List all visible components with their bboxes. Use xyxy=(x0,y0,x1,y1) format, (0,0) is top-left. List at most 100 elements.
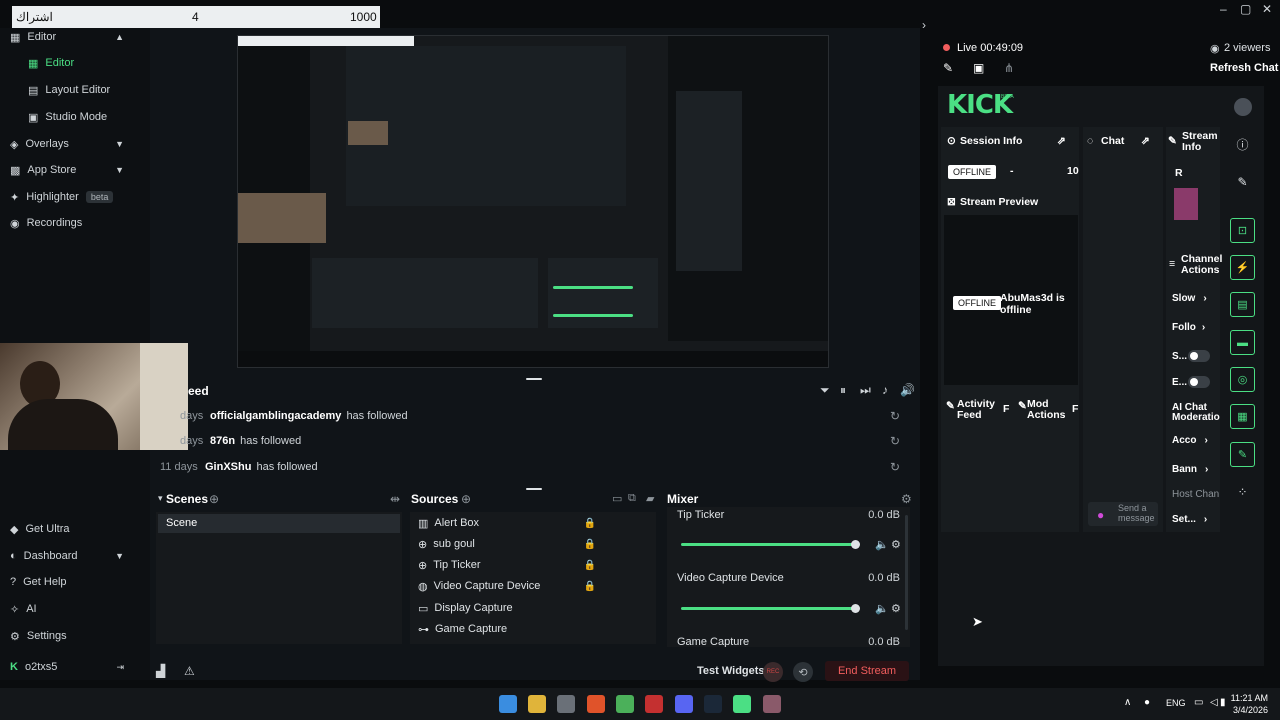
sidebar-item-overlays[interactable]: ◈ Overlays ▼ xyxy=(0,131,150,157)
source-options-icon[interactable]: ▭ xyxy=(612,492,622,505)
speaker-icon[interactable]: 🔈 xyxy=(875,538,889,551)
toggle-emote-only[interactable] xyxy=(1188,376,1210,388)
maximize-icon[interactable]: ▢ xyxy=(1240,2,1251,16)
action-follower[interactable]: Follo › xyxy=(1172,322,1205,333)
repeat-icon[interactable]: ↻ xyxy=(890,460,900,474)
minimize-icon[interactable]: – xyxy=(1220,2,1227,16)
filter-icon[interactable]: ⏷ xyxy=(820,383,830,398)
sidebar-item-get-help[interactable]: ? Get Help xyxy=(0,569,150,595)
battery-icon[interactable]: ▮ xyxy=(1220,697,1226,708)
stats-icon[interactable]: ▟ xyxy=(156,664,165,678)
mic-tray-icon[interactable]: ● xyxy=(1144,697,1150,708)
chat-popout-icon[interactable]: ▣ xyxy=(973,61,984,75)
sidebar-item-highlighter[interactable]: ✦ Highlighter beta xyxy=(0,184,150,210)
skip-icon[interactable]: ⏭ xyxy=(860,383,871,398)
sidebar-item-studio-mode[interactable]: ▣ Studio Mode xyxy=(0,104,150,130)
clock[interactable]: 11:21 AM 3/4/2026 xyxy=(1231,692,1268,716)
streamlabs-icon[interactable] xyxy=(733,695,751,713)
app-icon[interactable] xyxy=(763,695,781,713)
lock-icon[interactable]: 🔒 xyxy=(584,539,596,550)
app-icon[interactable] xyxy=(645,695,663,713)
action-host-channel[interactable]: Host Chan xyxy=(1172,489,1219,500)
sidebar-item-editor[interactable]: ▦ Editor xyxy=(0,50,150,76)
popout-icon[interactable]: ⇗ xyxy=(1057,135,1066,147)
store-app-icon[interactable] xyxy=(557,695,575,713)
resize-handle[interactable] xyxy=(526,378,542,380)
kick-avatar[interactable] xyxy=(1234,98,1252,116)
source-item[interactable]: ⊕ Tip Ticker 🔒 xyxy=(418,555,648,575)
group-icon[interactable]: ⧉ xyxy=(628,492,636,505)
sidebar-item-dashboard[interactable]: ◐ Dashboard ▼ xyxy=(0,543,150,569)
mic-icon[interactable]: ● xyxy=(1097,508,1104,522)
tv-icon[interactable]: ▦ xyxy=(1230,404,1255,429)
sidebar-item-settings[interactable]: ⚙ Settings xyxy=(0,623,150,649)
tray-chevron-up-icon[interactable]: ∧ xyxy=(1124,697,1131,708)
sidebar-user[interactable]: K o2txs5 ⇥ xyxy=(0,654,150,680)
windows-start-icon[interactable] xyxy=(499,695,517,713)
lock-icon[interactable]: 🔒 xyxy=(584,560,596,571)
rec-button[interactable]: REC xyxy=(763,662,783,682)
gear-icon[interactable]: ⚙ xyxy=(891,602,901,615)
network-icon[interactable]: ▭ xyxy=(1194,697,1203,708)
toggle-sub-only[interactable] xyxy=(1188,350,1210,362)
sidebar-item-layout-editor[interactable]: ▤ Layout Editor xyxy=(0,77,150,103)
action-emote-only[interactable]: E... xyxy=(1172,377,1187,388)
collapse-chevron-icon[interactable]: › xyxy=(922,18,926,32)
add-source-icon[interactable]: ⊕ xyxy=(461,492,471,506)
info-icon[interactable]: ⓘ xyxy=(1230,132,1255,157)
action-account-age[interactable]: Acco › xyxy=(1172,435,1208,446)
volume-slider[interactable] xyxy=(681,607,856,610)
action-banned-words[interactable]: Bann › xyxy=(1172,464,1208,475)
scene-item[interactable]: Scene xyxy=(158,514,400,533)
share-icon[interactable]: ⋔ xyxy=(1004,61,1014,75)
gear-icon[interactable]: ⚙ xyxy=(891,538,901,551)
file-explorer-icon[interactable] xyxy=(528,695,546,713)
source-item[interactable]: ◍ Video Capture Device 🔒 xyxy=(418,576,648,596)
speaker-icon[interactable]: 🔈 xyxy=(875,602,889,615)
wrench-icon[interactable]: ✎ xyxy=(1230,442,1255,467)
pause-icon[interactable]: ⏸ xyxy=(840,383,846,398)
add-scene-icon[interactable]: ⊕ xyxy=(209,492,219,506)
sidebar-item-get-ultra[interactable]: ◆ Get Ultra xyxy=(0,516,150,542)
discord-icon[interactable] xyxy=(675,695,693,713)
sidebar-item-app-store[interactable]: ▩ App Store ▼ xyxy=(0,157,150,183)
action-settings[interactable]: Set... › xyxy=(1172,514,1207,525)
test-widgets-button[interactable]: Test Widgets xyxy=(697,665,765,677)
sidebar-item-editor-group[interactable]: ▦ Editor ▲ xyxy=(0,24,150,50)
mixer-settings-icon[interactable]: ⚙ xyxy=(901,492,912,506)
repeat-icon[interactable]: ↻ xyxy=(890,409,900,423)
volume-slider[interactable] xyxy=(681,543,856,546)
brave-browser-icon[interactable] xyxy=(587,695,605,713)
sidebar-item-recordings[interactable]: ◉ Recordings xyxy=(0,210,150,236)
repeat-icon[interactable]: ↻ xyxy=(890,434,900,448)
bolt-icon[interactable]: ⚡ xyxy=(1230,255,1255,280)
pencil-icon[interactable]: ✎ xyxy=(943,61,953,75)
chevron-down-icon[interactable]: ▾ xyxy=(158,493,163,504)
clip-icon[interactable]: ⊡ xyxy=(1230,218,1255,243)
mute-alerts-icon[interactable]: ♪ xyxy=(882,383,888,397)
pencil-icon[interactable]: ✎ xyxy=(1230,169,1255,194)
sidebar-item-ai[interactable]: ✧ AI xyxy=(0,596,150,622)
grid-dots-icon[interactable]: ⁘ xyxy=(1230,479,1255,504)
volume-tray-icon[interactable]: ◁ xyxy=(1210,697,1218,708)
alert-status-icon[interactable]: ⚠ xyxy=(184,664,195,678)
action-sub-only[interactable]: S... xyxy=(1172,351,1187,362)
source-item[interactable]: ▥ Alert Box 🔒 xyxy=(418,513,648,533)
app-icon[interactable] xyxy=(616,695,634,713)
lock-icon[interactable]: 🔒 xyxy=(584,518,596,529)
source-item[interactable]: ⊕ sub goul 🔒 xyxy=(418,534,648,554)
close-icon[interactable]: ✕ xyxy=(1262,2,1272,16)
popout-icon[interactable]: ⇗ xyxy=(1141,135,1150,147)
stream-preview-canvas[interactable] xyxy=(237,35,829,368)
steam-icon[interactable] xyxy=(704,695,722,713)
action-slow[interactable]: Slow › xyxy=(1172,293,1207,304)
replay-buffer-icon[interactable]: ⟲ xyxy=(793,662,813,682)
language-indicator[interactable]: ENG xyxy=(1166,698,1186,708)
collapse-panel-icon[interactable]: ⇹ xyxy=(390,492,400,506)
end-stream-button[interactable]: End Stream xyxy=(825,661,909,681)
volume-icon[interactable]: 🔊 xyxy=(900,383,915,397)
broadcast-icon[interactable]: ◎ xyxy=(1230,367,1255,392)
message-icon[interactable]: ▬ xyxy=(1230,330,1255,355)
folder-icon[interactable]: ▰ xyxy=(646,492,654,505)
source-item[interactable]: ▭ Display Capture xyxy=(418,598,648,618)
